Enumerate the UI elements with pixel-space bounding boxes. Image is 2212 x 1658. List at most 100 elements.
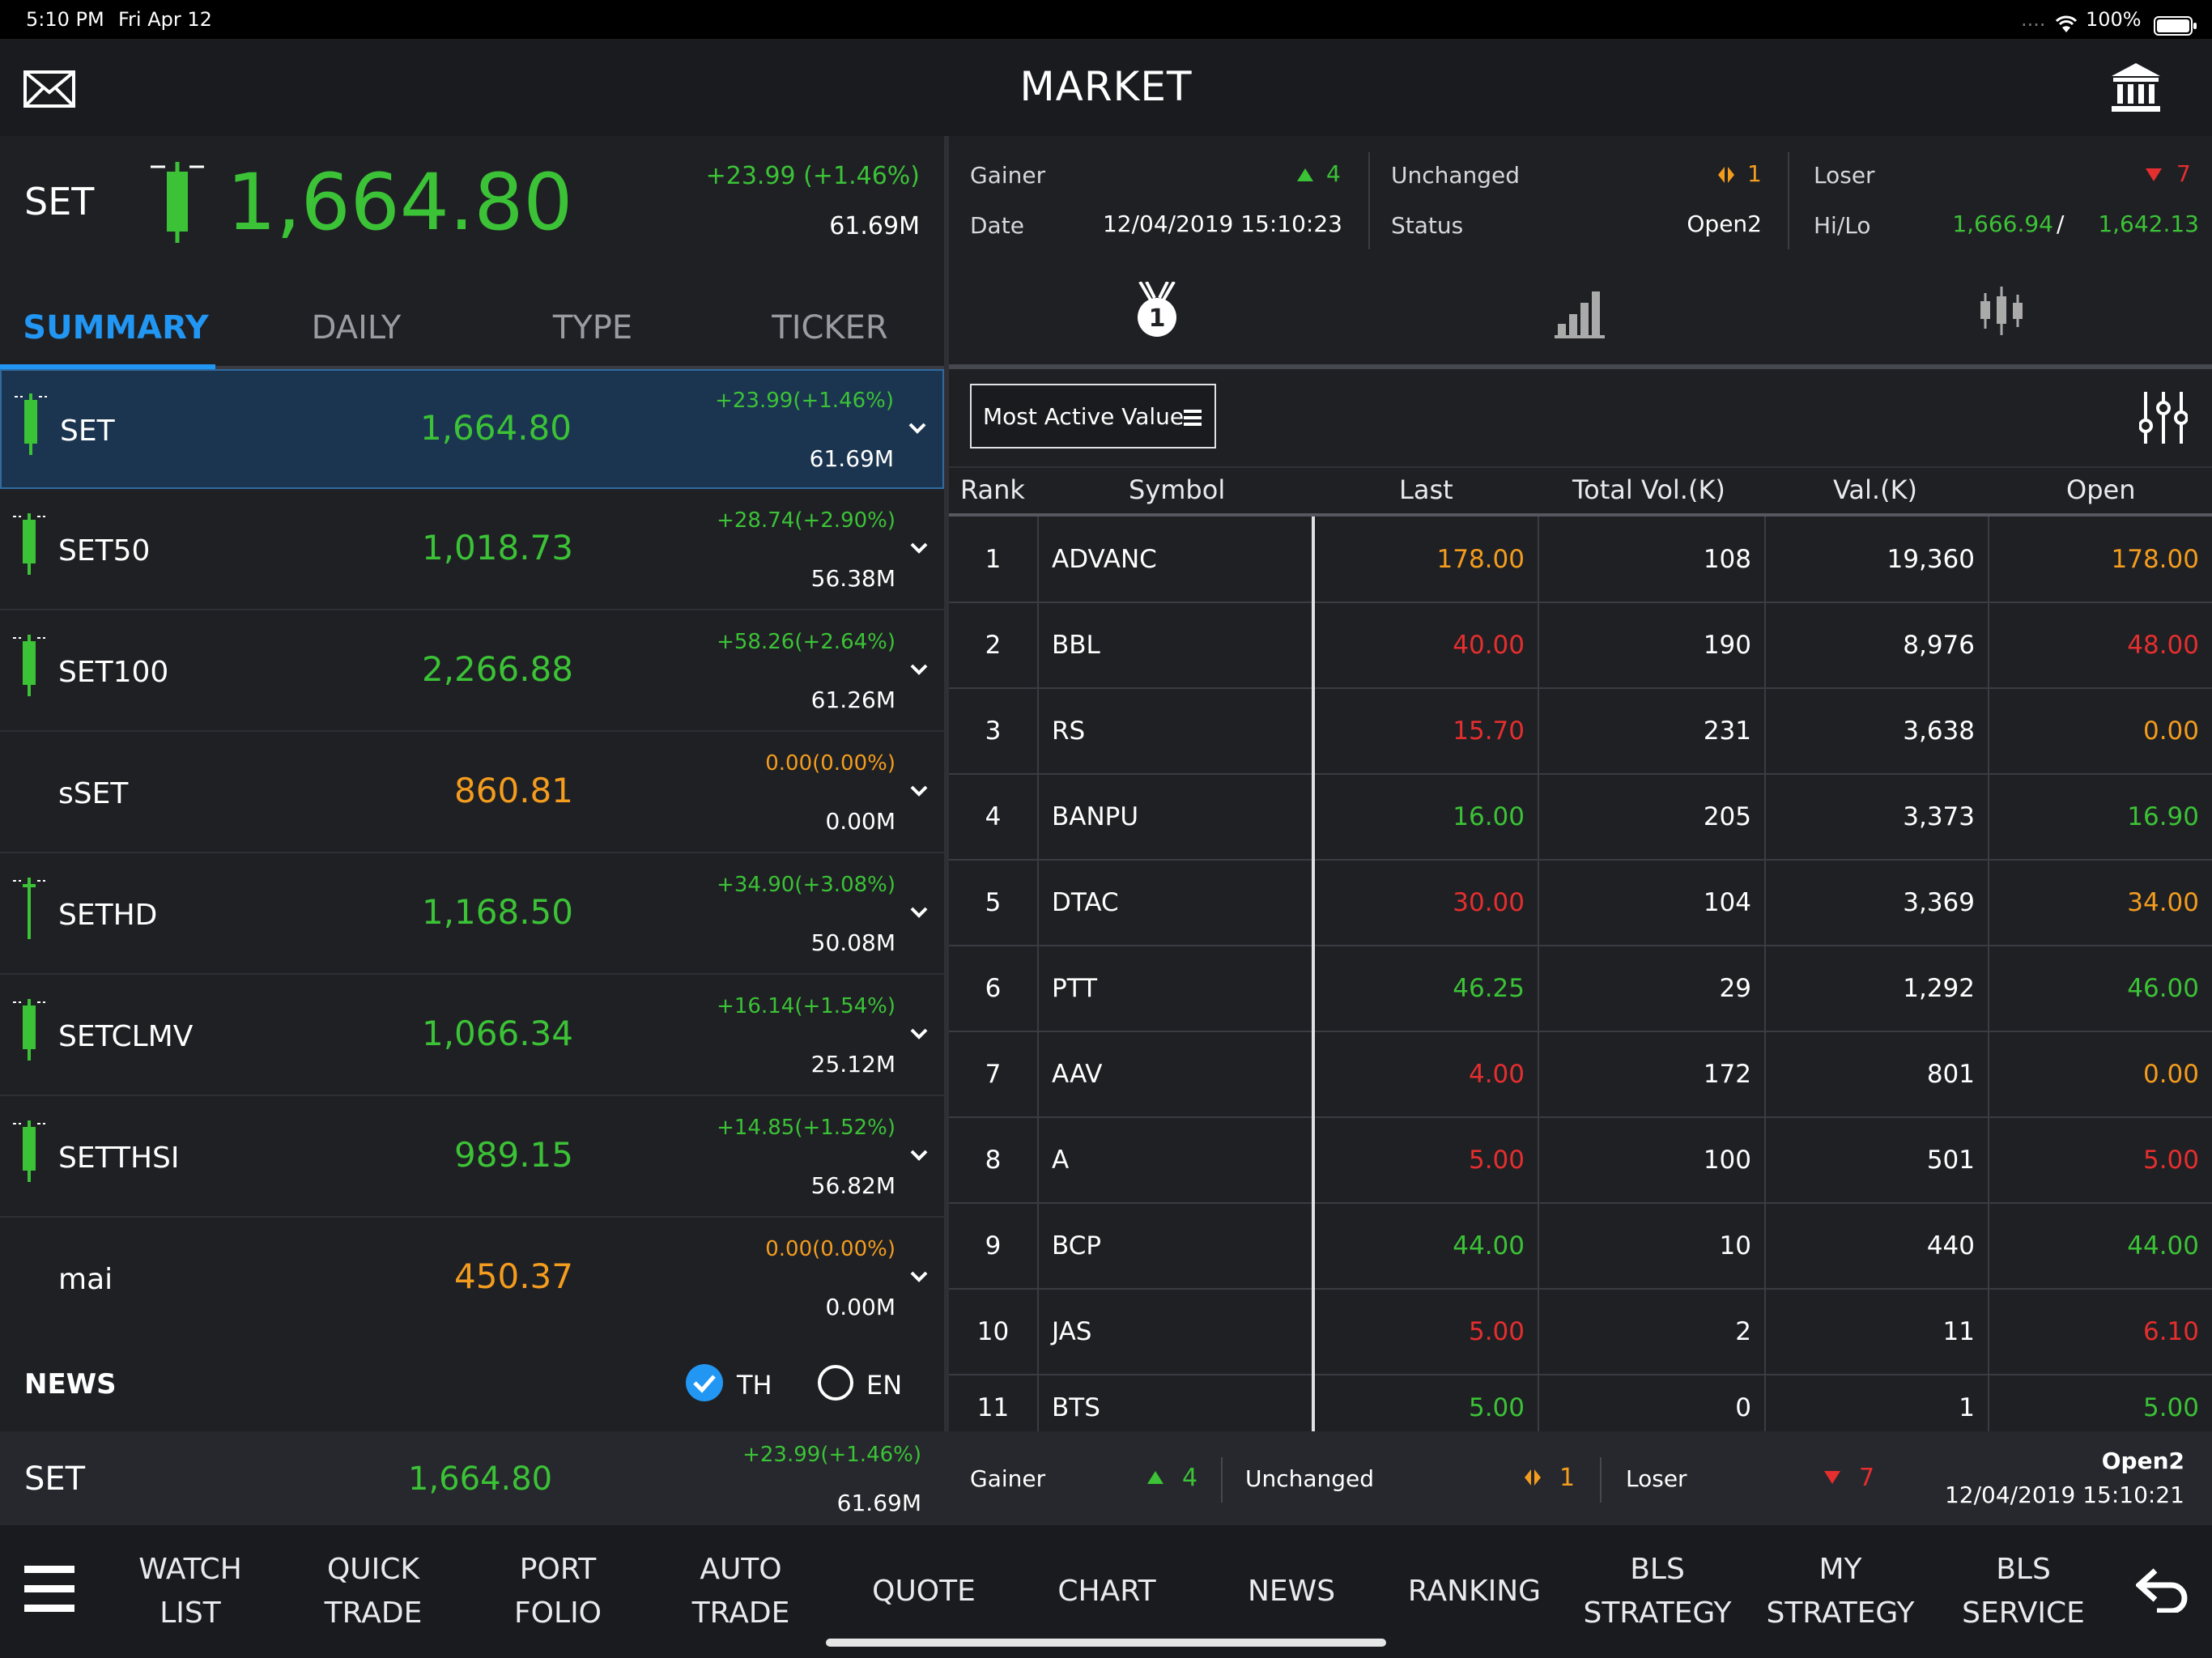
tab-ticker[interactable]: TICKER bbox=[729, 309, 931, 346]
nav-watch-list[interactable]: WATCH LIST bbox=[113, 1525, 267, 1658]
table-row[interactable]: 10 JAS 5.00 2 11 6.10 bbox=[949, 1289, 2212, 1375]
total-vol-cell: 2 bbox=[1538, 1289, 1766, 1375]
ticker-loser-value: 7 bbox=[1859, 1464, 1875, 1492]
ranking-type-selector[interactable]: Most Active Value bbox=[970, 384, 1216, 449]
col-total-vol[interactable]: Total Vol.(K) bbox=[1572, 474, 1725, 505]
index-change: +16.14(+1.54%) bbox=[717, 994, 895, 1018]
chevron-down-icon[interactable] bbox=[907, 657, 931, 682]
market-ticker-bar[interactable]: SET 1,664.80 +23.99(+1.46%) 61.69M Gaine… bbox=[0, 1431, 2212, 1525]
symbol-cell[interactable]: BTS bbox=[1038, 1375, 1315, 1439]
table-row[interactable]: 11 BTS 5.00 0 1 5.00 bbox=[949, 1375, 2212, 1439]
open-cell: 0.00 bbox=[1989, 688, 2212, 775]
tab-type[interactable]: TYPE bbox=[496, 309, 690, 346]
signal-dots: .... bbox=[2021, 8, 2046, 31]
en-radio-icon[interactable] bbox=[816, 1363, 855, 1402]
nav-bls-strategy[interactable]: BLS STRATEGY bbox=[1580, 1525, 1734, 1658]
col-open[interactable]: Open bbox=[2066, 474, 2135, 505]
symbol-cell[interactable]: A bbox=[1038, 1117, 1315, 1204]
index-row[interactable]: sSET 860.81 0.00(0.00%) 0.00M bbox=[0, 733, 944, 853]
col-last[interactable]: Last bbox=[1399, 474, 1453, 505]
index-volume: 56.82M bbox=[810, 1172, 895, 1199]
medal-icon[interactable]: 1 bbox=[1132, 280, 1182, 338]
table-row[interactable]: 7 AAV 4.00 172 801 0.00 bbox=[949, 1031, 2212, 1118]
col-val[interactable]: Val.(K) bbox=[1833, 474, 1917, 505]
symbol-cell[interactable]: PTT bbox=[1038, 946, 1315, 1032]
battery-icon bbox=[2154, 10, 2197, 36]
table-row[interactable]: 5 DTAC 30.00 104 3,369 34.00 bbox=[949, 860, 2212, 946]
ticker-index-volume: 61.69M bbox=[836, 1490, 921, 1516]
down-triangle-icon bbox=[2144, 167, 2163, 183]
hamburger-menu-icon[interactable] bbox=[24, 1566, 74, 1613]
symbol-cell[interactable]: BCP bbox=[1038, 1203, 1315, 1290]
index-row[interactable]: SETCLMV 1,066.34 +16.14(+1.54%) 25.12M bbox=[0, 976, 944, 1096]
last-cell: 5.00 bbox=[1313, 1117, 1539, 1204]
nav-auto-trade[interactable]: AUTO TRADE bbox=[664, 1525, 818, 1658]
index-value: 1,018.73 bbox=[421, 528, 573, 568]
col-rank[interactable]: Rank bbox=[960, 474, 1025, 505]
app-header: MARKET bbox=[0, 39, 2212, 136]
table-row[interactable]: 2 BBL 40.00 190 8,976 48.00 bbox=[949, 602, 2212, 689]
nav-quick-trade[interactable]: QUICK TRADE bbox=[296, 1525, 450, 1658]
index-row[interactable]: mai 450.37 0.00(0.00%) 0.00M bbox=[0, 1219, 944, 1339]
symbol-cell[interactable]: JAS bbox=[1038, 1289, 1315, 1375]
table-row[interactable]: 6 PTT 46.25 29 1,292 46.00 bbox=[949, 946, 2212, 1032]
table-row[interactable]: 3 RS 15.70 231 3,638 0.00 bbox=[949, 688, 2212, 775]
index-row[interactable]: SET100 2,266.88 +58.26(+2.64%) 61.26M bbox=[0, 612, 944, 732]
table-row[interactable]: 9 BCP 44.00 10 440 44.00 bbox=[949, 1203, 2212, 1290]
chevron-down-icon[interactable] bbox=[907, 1022, 931, 1046]
chevron-down-icon[interactable] bbox=[907, 779, 931, 803]
index-row[interactable]: SET 1,664.80 +23.99(+1.46%) 61.69M bbox=[0, 369, 944, 489]
up-triangle-icon bbox=[1295, 167, 1315, 183]
chevron-down-icon[interactable] bbox=[907, 900, 931, 925]
th-radio-checked-icon[interactable] bbox=[685, 1363, 724, 1402]
val-cell: 3,638 bbox=[1765, 688, 1989, 775]
ticker-gainer-value: 4 bbox=[1182, 1464, 1198, 1492]
chevron-down-icon[interactable] bbox=[907, 536, 931, 560]
candle-icon bbox=[13, 1120, 45, 1182]
index-row[interactable]: SETHD 1,168.50 +34.90(+3.08%) 50.08M bbox=[0, 855, 944, 975]
table-row[interactable]: 1 ADVANC 178.00 108 19,360 178.00 bbox=[949, 517, 2212, 603]
symbol-cell[interactable]: ADVANC bbox=[1038, 517, 1315, 603]
symbol-cell[interactable]: BBL bbox=[1038, 602, 1315, 689]
chevron-down-icon[interactable] bbox=[907, 1143, 931, 1167]
nav-my-strategy[interactable]: MY STRATEGY bbox=[1763, 1525, 1917, 1658]
candlestick-icon[interactable] bbox=[1977, 287, 2026, 335]
val-cell: 3,369 bbox=[1765, 860, 1989, 946]
total-vol-cell: 104 bbox=[1538, 860, 1766, 946]
candle-icon bbox=[15, 393, 47, 455]
index-volume: 61.69M bbox=[809, 445, 894, 472]
rank-cell: 10 bbox=[949, 1289, 1039, 1375]
index-row[interactable]: SETTHSI 989.15 +14.85(+1.52%) 56.82M bbox=[0, 1098, 944, 1218]
tab-summary[interactable]: SUMMARY bbox=[15, 309, 217, 346]
symbol-cell[interactable]: DTAC bbox=[1038, 860, 1315, 946]
bar-chart-icon[interactable] bbox=[1555, 288, 1605, 338]
index-volume: 0.00M bbox=[825, 1294, 895, 1320]
th-label[interactable]: TH bbox=[737, 1370, 772, 1401]
main-index-header[interactable]: SET 1,664.80 +23.99 (+1.46%) 61.69M bbox=[0, 136, 944, 290]
index-name: SETCLMV bbox=[58, 1020, 194, 1053]
col-symbol[interactable]: Symbol bbox=[1129, 474, 1225, 505]
index-row[interactable]: SET50 1,018.73 +28.74(+2.90%) 56.38M bbox=[0, 491, 944, 610]
en-label[interactable]: EN bbox=[866, 1370, 902, 1401]
chevron-down-icon[interactable] bbox=[907, 1265, 931, 1289]
gainer-value: 4 bbox=[1326, 160, 1341, 187]
nav-portfolio[interactable]: PORT FOLIO bbox=[481, 1525, 635, 1658]
symbol-cell[interactable]: AAV bbox=[1038, 1031, 1315, 1118]
nav-ranking[interactable]: RANKING bbox=[1397, 1525, 1551, 1658]
symbol-cell[interactable]: BANPU bbox=[1038, 774, 1315, 861]
symbol-cell[interactable]: RS bbox=[1038, 688, 1315, 775]
open-cell: 44.00 bbox=[1989, 1203, 2212, 1290]
chevron-down-icon[interactable] bbox=[905, 416, 929, 440]
unchanged-label: Unchanged bbox=[1391, 162, 1521, 189]
ticker-up-icon bbox=[1146, 1470, 1164, 1485]
filter-sliders-icon[interactable] bbox=[2138, 392, 2189, 444]
table-row[interactable]: 8 A 5.00 100 501 5.00 bbox=[949, 1117, 2212, 1204]
total-vol-cell: 231 bbox=[1538, 688, 1766, 775]
back-arrow-icon[interactable] bbox=[2134, 1567, 2189, 1614]
tab-daily[interactable]: DAILY bbox=[259, 309, 453, 346]
index-name: SET50 bbox=[58, 534, 151, 568]
nav-bls-service[interactable]: BLS SERVICE bbox=[1946, 1525, 2100, 1658]
table-row[interactable]: 4 BANPU 16.00 205 3,373 16.90 bbox=[949, 774, 2212, 861]
bank-icon[interactable] bbox=[2110, 62, 2162, 113]
mail-icon[interactable] bbox=[23, 70, 76, 108]
